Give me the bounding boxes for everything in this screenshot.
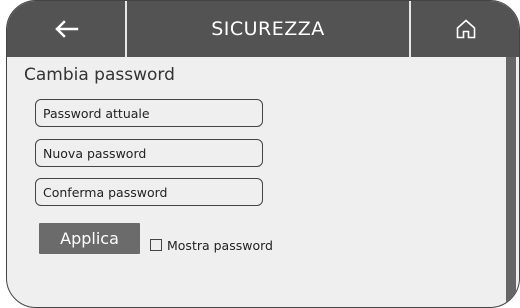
scrollbar[interactable] (506, 57, 516, 307)
arrow-left-icon (55, 20, 79, 38)
show-password-label: Mostra password (167, 238, 273, 253)
home-button[interactable] (411, 1, 519, 57)
header-bar: SICUREZZA (7, 1, 519, 57)
new-password-field[interactable] (35, 139, 263, 167)
confirm-password-field[interactable] (35, 178, 263, 206)
back-button[interactable] (7, 1, 125, 57)
page-title: SICUREZZA (211, 18, 325, 40)
section-title: Cambia password (24, 65, 175, 85)
show-password-checkbox[interactable] (150, 239, 162, 251)
current-password-field[interactable] (35, 99, 263, 127)
device-screen: SICUREZZA Cambia password Applica Mostra… (6, 0, 520, 308)
home-icon (456, 19, 476, 39)
apply-button[interactable]: Applica (39, 223, 140, 254)
